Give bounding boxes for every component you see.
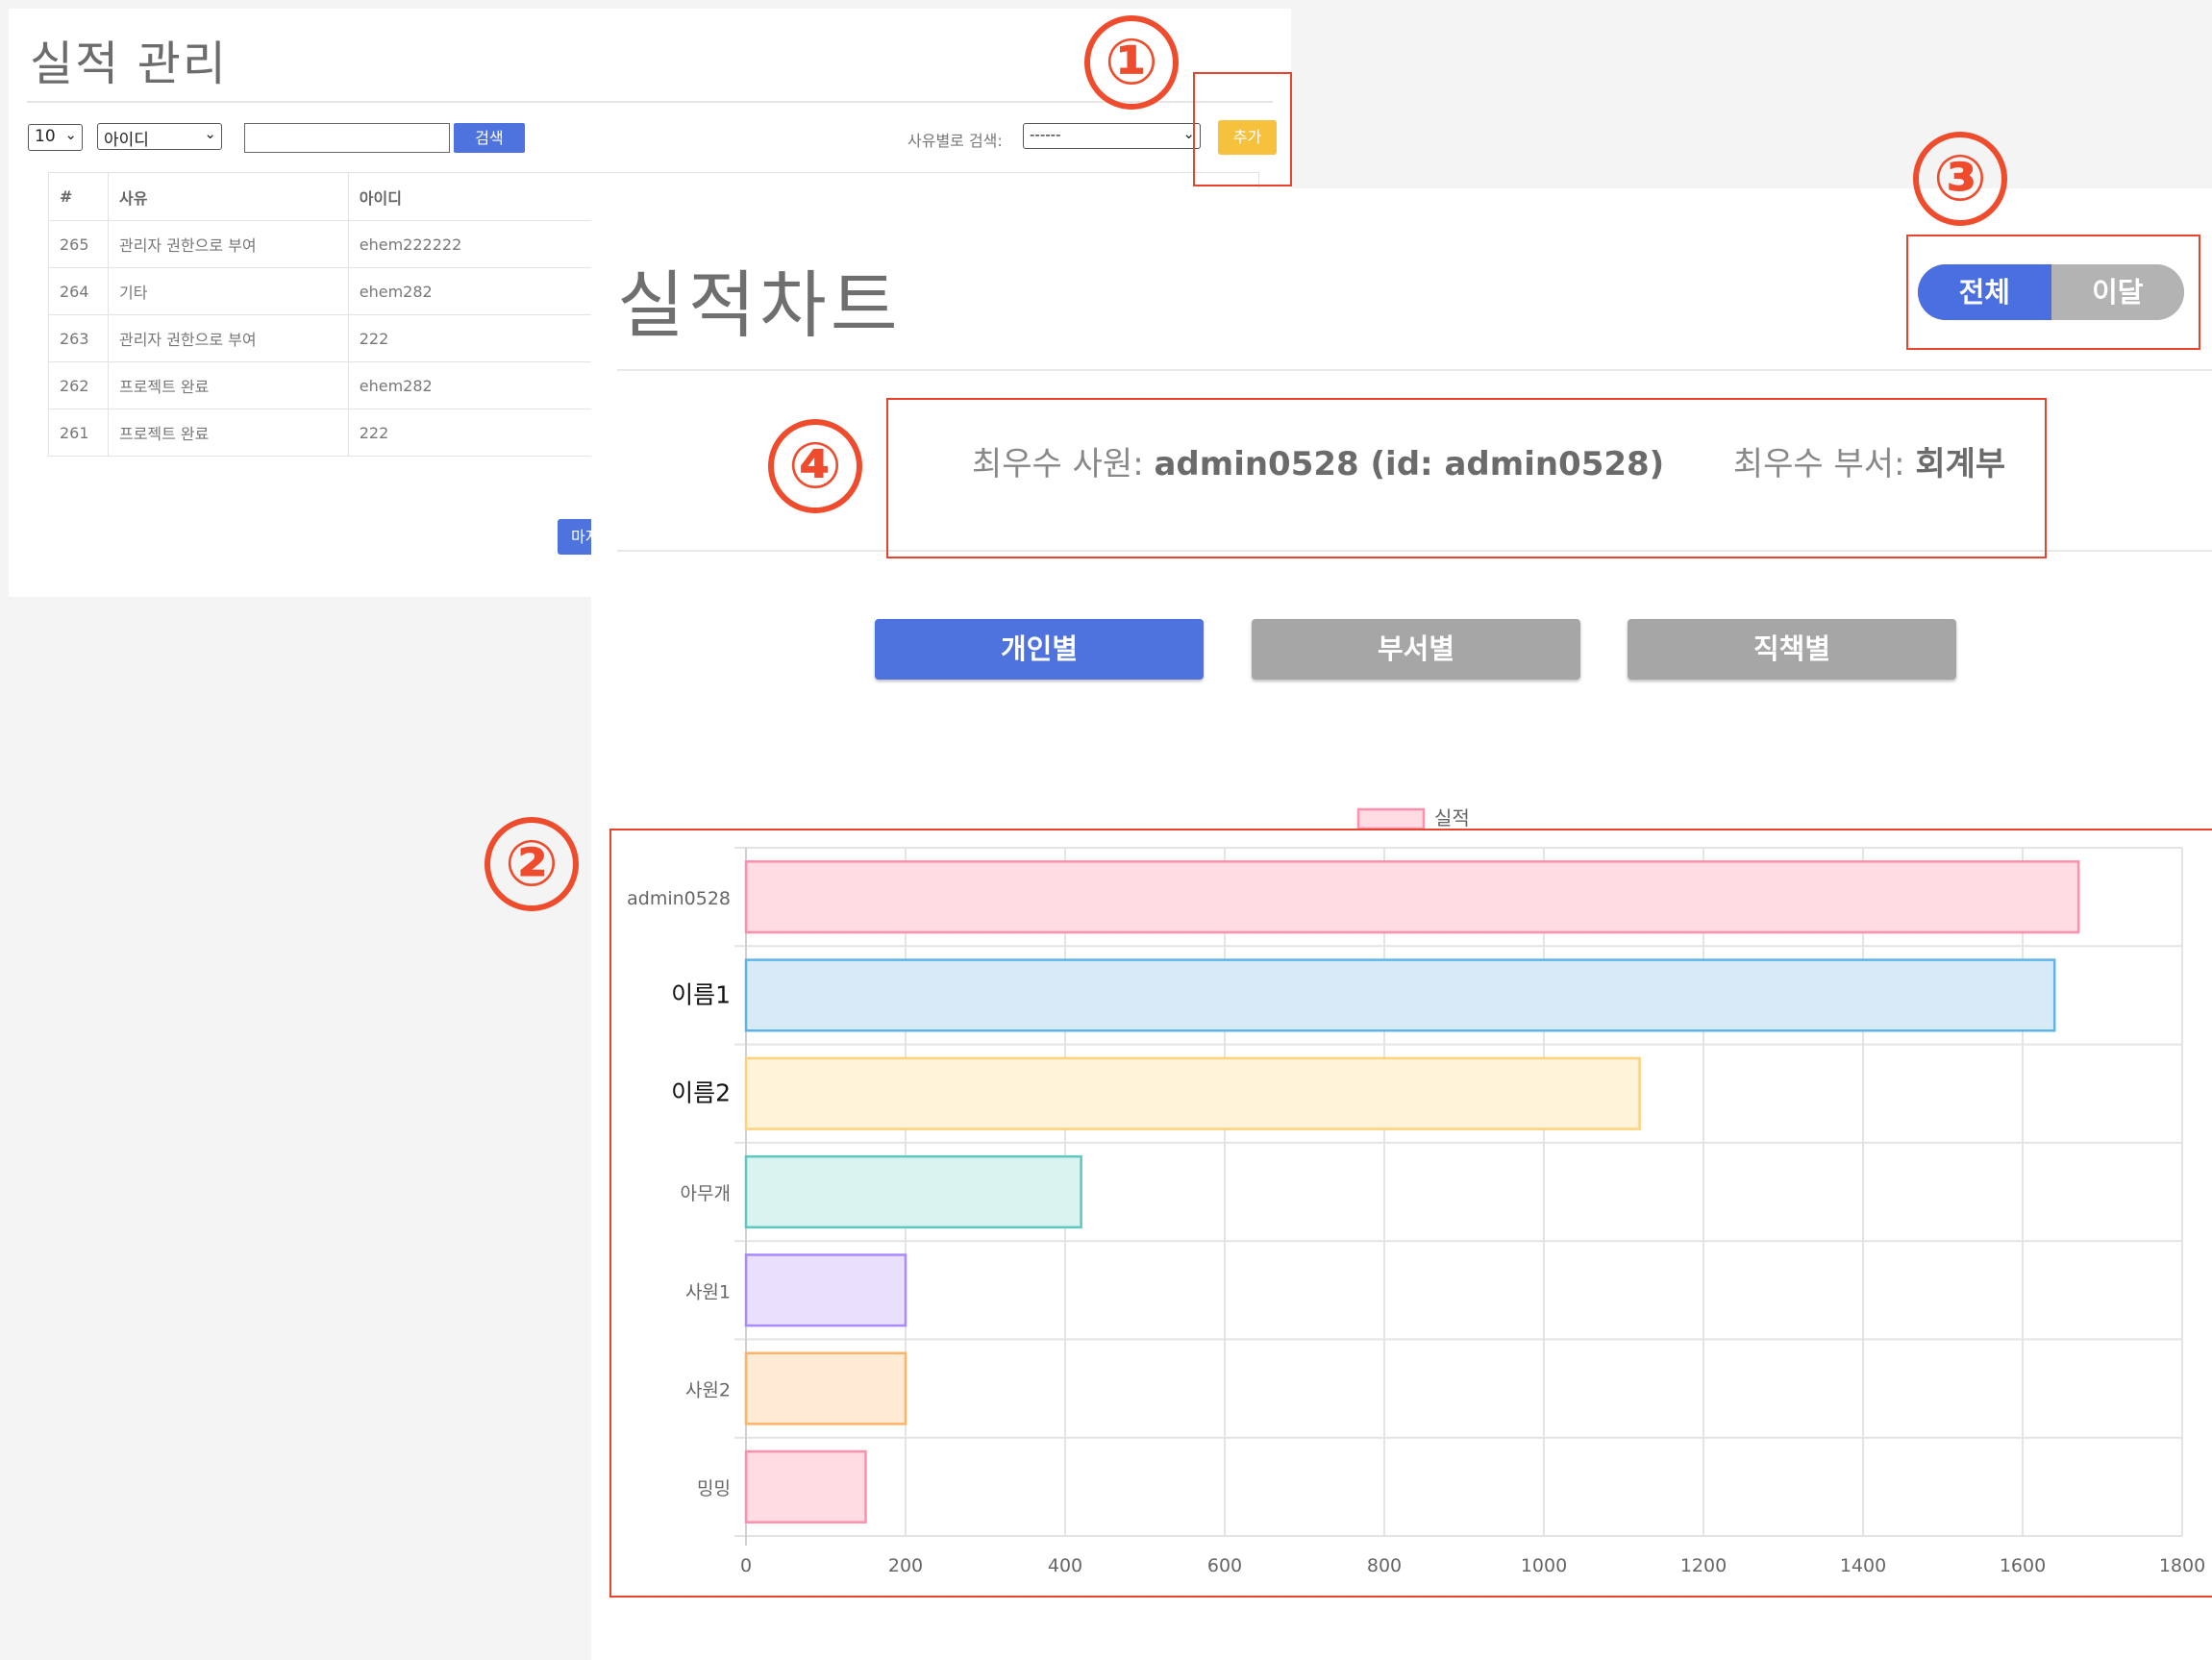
legend-swatch	[1356, 807, 1426, 830]
annotation-box-toggle	[1906, 235, 2200, 350]
annotation-marker-2: ②	[485, 817, 579, 911]
annotation-box-best	[886, 398, 2047, 558]
annotation-box-add	[1193, 72, 1292, 186]
annotation-box-chart	[609, 829, 2212, 1598]
annotation-marker-3: ③	[1913, 132, 2007, 226]
annotation-marker-1: ①	[1084, 15, 1179, 110]
legend-label: 실적	[1434, 806, 1470, 830]
annotation-marker-4: ④	[768, 419, 862, 513]
